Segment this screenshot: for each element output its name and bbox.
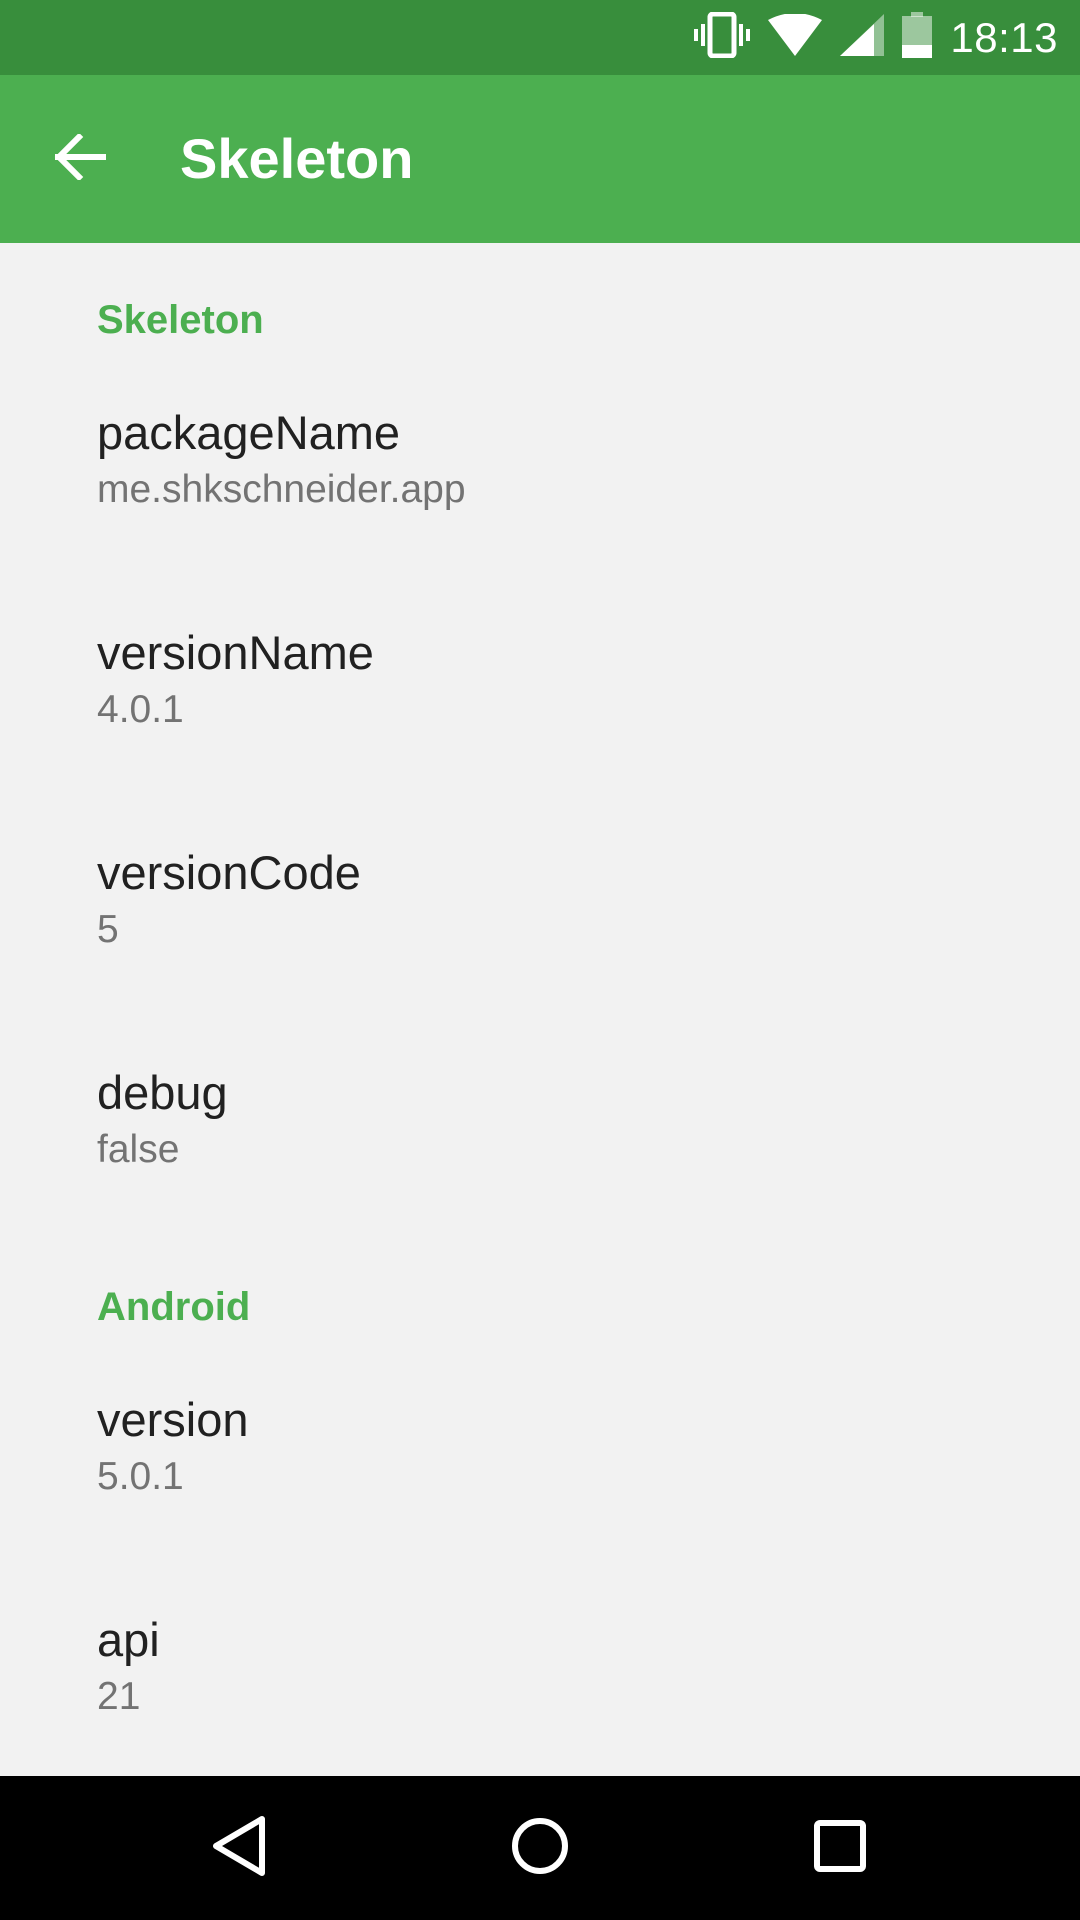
status-time: 18:13 (950, 13, 1058, 61)
pref-title: versionName (97, 626, 374, 679)
pref-item-versioncode[interactable]: versionCode 5 (0, 843, 1080, 1043)
navigation-bar (0, 1776, 1080, 1920)
nav-home-button[interactable] (490, 1798, 590, 1898)
arrow-back-icon (54, 132, 107, 185)
nav-recents-button[interactable] (790, 1798, 890, 1898)
cell-signal-icon (840, 14, 885, 61)
status-icons: 18:13 (694, 0, 1058, 75)
vibrate-icon (694, 11, 751, 63)
preference-list: Skeleton packageName me.shkschneider.app… (0, 243, 1080, 1776)
pref-summary: false (97, 1128, 180, 1171)
nav-back-icon (210, 1815, 270, 1882)
pref-item-versionname[interactable]: versionName 4.0.1 (0, 623, 1080, 823)
page-title: Skeleton (180, 127, 414, 190)
pref-item-api[interactable]: api 21 (0, 1610, 1080, 1776)
back-button[interactable] (40, 119, 120, 199)
nav-recents-icon (812, 1818, 868, 1879)
pref-summary: me.shkschneider.app (97, 468, 466, 511)
wifi-icon (768, 13, 823, 61)
pref-item-packagename[interactable]: packageName me.shkschneider.app (0, 403, 1080, 603)
pref-title: packageName (97, 406, 401, 459)
category-header-skeleton: Skeleton (97, 298, 264, 342)
pref-summary: 21 (97, 1675, 141, 1718)
category-header-android: Android (97, 1285, 251, 1329)
pref-title: version (97, 1393, 249, 1446)
nav-home-icon (510, 1816, 570, 1881)
pref-title: api (97, 1613, 160, 1666)
status-bar: 18:13 (0, 0, 1080, 75)
battery-icon (902, 12, 933, 63)
nav-back-button[interactable] (190, 1798, 290, 1898)
app-toolbar: Skeleton (0, 75, 1080, 243)
pref-item-version[interactable]: version 5.0.1 (0, 1390, 1080, 1590)
pref-summary: 5.0.1 (97, 1455, 184, 1498)
pref-title: debug (97, 1066, 228, 1119)
pref-summary: 4.0.1 (97, 688, 184, 731)
pref-title: versionCode (97, 846, 361, 899)
pref-item-debug[interactable]: debug false (0, 1063, 1080, 1263)
pref-summary: 5 (97, 908, 119, 951)
